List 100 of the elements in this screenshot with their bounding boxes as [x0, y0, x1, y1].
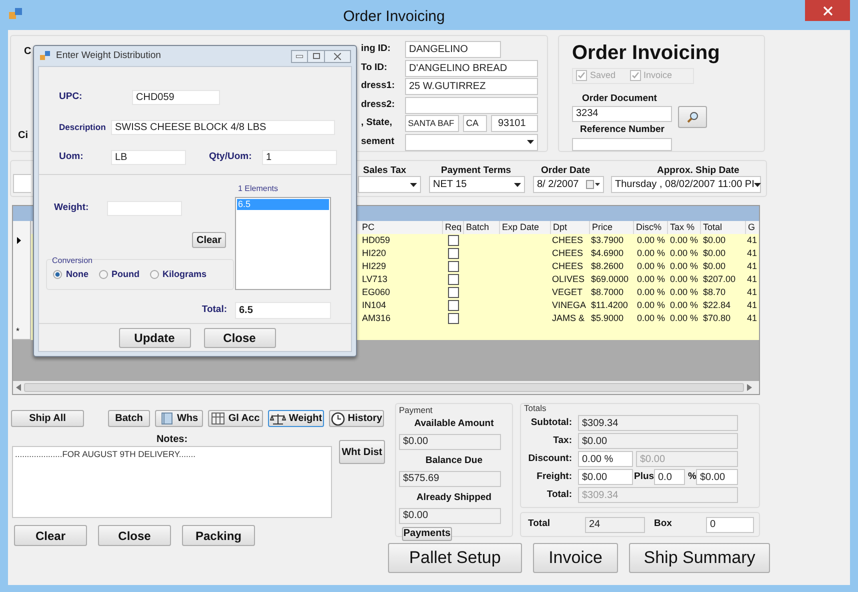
- field-label: Ci: [18, 129, 28, 143]
- toolbar-button[interactable]: Ship All: [11, 410, 84, 427]
- text-field[interactable]: CA: [463, 115, 487, 132]
- radio-label: Pound: [112, 268, 140, 281]
- main-action-button[interactable]: Ship Summary: [629, 543, 770, 573]
- dropdown-caret-icon[interactable]: [514, 182, 521, 186]
- text-field[interactable]: LB: [111, 150, 186, 165]
- text-field[interactable]: SWISS CHEESE BLOCK 4/8 LBS: [111, 120, 335, 135]
- text-field[interactable]: $0.00: [578, 469, 633, 485]
- table-cell-text: HI229: [361, 260, 388, 273]
- text-field[interactable]: $0.00: [399, 508, 501, 524]
- close-icon: [822, 6, 832, 16]
- table-cell-text: 0.00 %: [669, 299, 700, 312]
- dropdown-caret-icon[interactable]: [410, 182, 417, 186]
- text-field[interactable]: DANGELINO: [405, 41, 501, 58]
- new-row-marker: *: [16, 325, 20, 338]
- form-heading: Order Invoicing: [572, 41, 720, 66]
- close-button[interactable]: [805, 0, 850, 21]
- text-field[interactable]: [107, 201, 182, 216]
- dialog-button[interactable]: Close: [204, 328, 276, 348]
- text-field[interactable]: 24: [585, 516, 645, 532]
- toolbar-button[interactable]: History: [329, 410, 384, 427]
- text-field[interactable]: $309.34: [578, 415, 738, 431]
- table-cell-text: $3.7900: [590, 234, 625, 247]
- checkbox[interactable]: [448, 261, 459, 272]
- radio-button[interactable]: [98, 270, 108, 280]
- text-field[interactable]: D'ANGELINO BREAD: [405, 60, 538, 76]
- toolbar-button[interactable]: Batch: [108, 410, 150, 427]
- table-cell-text: LV713: [361, 273, 388, 286]
- maximize-button[interactable]: [308, 50, 325, 62]
- dropdown-field[interactable]: [13, 174, 31, 193]
- text-field[interactable]: $575.69: [399, 470, 501, 487]
- checkbox[interactable]: [448, 300, 459, 312]
- text-field[interactable]: 0.00 %: [578, 451, 633, 467]
- horizontal-scrollbar[interactable]: [13, 381, 759, 394]
- clear-button[interactable]: Clear: [192, 232, 226, 248]
- field-label: , State,: [360, 116, 394, 130]
- dropdown-field[interactable]: [358, 176, 421, 193]
- notes-field[interactable]: ....................FOR AUGUST 9TH DELIVERY.......: [12, 446, 332, 518]
- radio-button[interactable]: [53, 270, 62, 280]
- checkbox[interactable]: [448, 287, 459, 298]
- table-cell-text: 0.00 %: [669, 234, 700, 247]
- dropdown-caret-icon[interactable]: [527, 140, 534, 144]
- table-cell-text: $69.0000: [590, 273, 630, 286]
- group-caption: Conversion: [52, 256, 94, 265]
- date-picker[interactable]: 8/ 2/2007: [533, 176, 604, 193]
- field-label: Box: [654, 517, 673, 532]
- weight-dist-button[interactable]: Wht Dist: [339, 440, 385, 464]
- text-field[interactable]: 1: [262, 150, 337, 165]
- text-field[interactable]: 93101: [491, 115, 538, 132]
- radio-button[interactable]: [150, 270, 158, 280]
- table-cell-text: $11.4200: [590, 299, 629, 312]
- table-cell-text: VEGET: [551, 286, 584, 299]
- text-field[interactable]: [572, 138, 672, 151]
- field-label: Reference Number: [580, 122, 664, 137]
- minimize-button[interactable]: [291, 50, 308, 62]
- checkbox[interactable]: [448, 235, 459, 246]
- field-label: Plus: [634, 470, 654, 484]
- text-field[interactable]: $0.00: [399, 434, 501, 450]
- dialog-button[interactable]: Update: [118, 328, 190, 348]
- group-caption: Totals: [524, 404, 548, 413]
- action-button[interactable]: Packing: [182, 525, 255, 546]
- text-field[interactable]: [405, 96, 538, 114]
- text-field[interactable]: 0.0: [654, 469, 685, 485]
- text-field[interactable]: CHD059: [132, 90, 220, 105]
- search-button[interactable]: [678, 106, 707, 128]
- text-field[interactable]: $0.00: [696, 469, 738, 485]
- field-label: Total:: [202, 303, 227, 318]
- text-field[interactable]: 0: [706, 516, 754, 532]
- checkbox[interactable]: [448, 313, 459, 324]
- text-field[interactable]: 6.5: [235, 302, 331, 319]
- action-button[interactable]: Close: [98, 525, 171, 546]
- text-field[interactable]: 25 W.GUTIRREZ: [405, 78, 538, 95]
- toolbar-button[interactable]: Gl Acc: [208, 410, 263, 427]
- checkbox[interactable]: [448, 274, 459, 286]
- text-field[interactable]: SANTA BAF: [405, 115, 459, 132]
- table-cell-text: 0.00 %: [636, 260, 666, 273]
- dropdown-caret-icon[interactable]: [754, 182, 762, 186]
- main-action-button[interactable]: Invoice: [533, 543, 618, 573]
- table-cell-text: 41: [746, 247, 758, 260]
- row-header[interactable]: *: [13, 325, 31, 340]
- action-button[interactable]: Clear: [14, 525, 87, 546]
- table-cell-text: $22.84: [702, 299, 732, 312]
- toolbar-button[interactable]: Weight: [268, 410, 324, 427]
- checkbox[interactable]: [448, 248, 459, 260]
- payments-button[interactable]: Payments: [402, 526, 452, 541]
- dropdown-field[interactable]: NET 15: [429, 176, 525, 193]
- table-cell-text: $0.00: [702, 260, 727, 273]
- scroll-thumb[interactable]: [24, 383, 744, 392]
- scroll-left-icon[interactable]: [16, 384, 21, 391]
- text-field[interactable]: $0.00: [578, 433, 738, 449]
- dropdown-field[interactable]: [405, 134, 538, 150]
- dropdown-field[interactable]: Thursday , 08/02/2007 11:00 PI: [611, 176, 761, 193]
- close-button[interactable]: [325, 50, 351, 62]
- toolbar-button[interactable]: Whs: [155, 410, 203, 427]
- main-action-button[interactable]: Pallet Setup: [388, 543, 522, 573]
- field-label: Discount:: [527, 452, 572, 466]
- scroll-right-icon[interactable]: [747, 384, 752, 391]
- text-field[interactable]: 3234: [572, 106, 672, 122]
- field-label: Weight:: [54, 201, 90, 216]
